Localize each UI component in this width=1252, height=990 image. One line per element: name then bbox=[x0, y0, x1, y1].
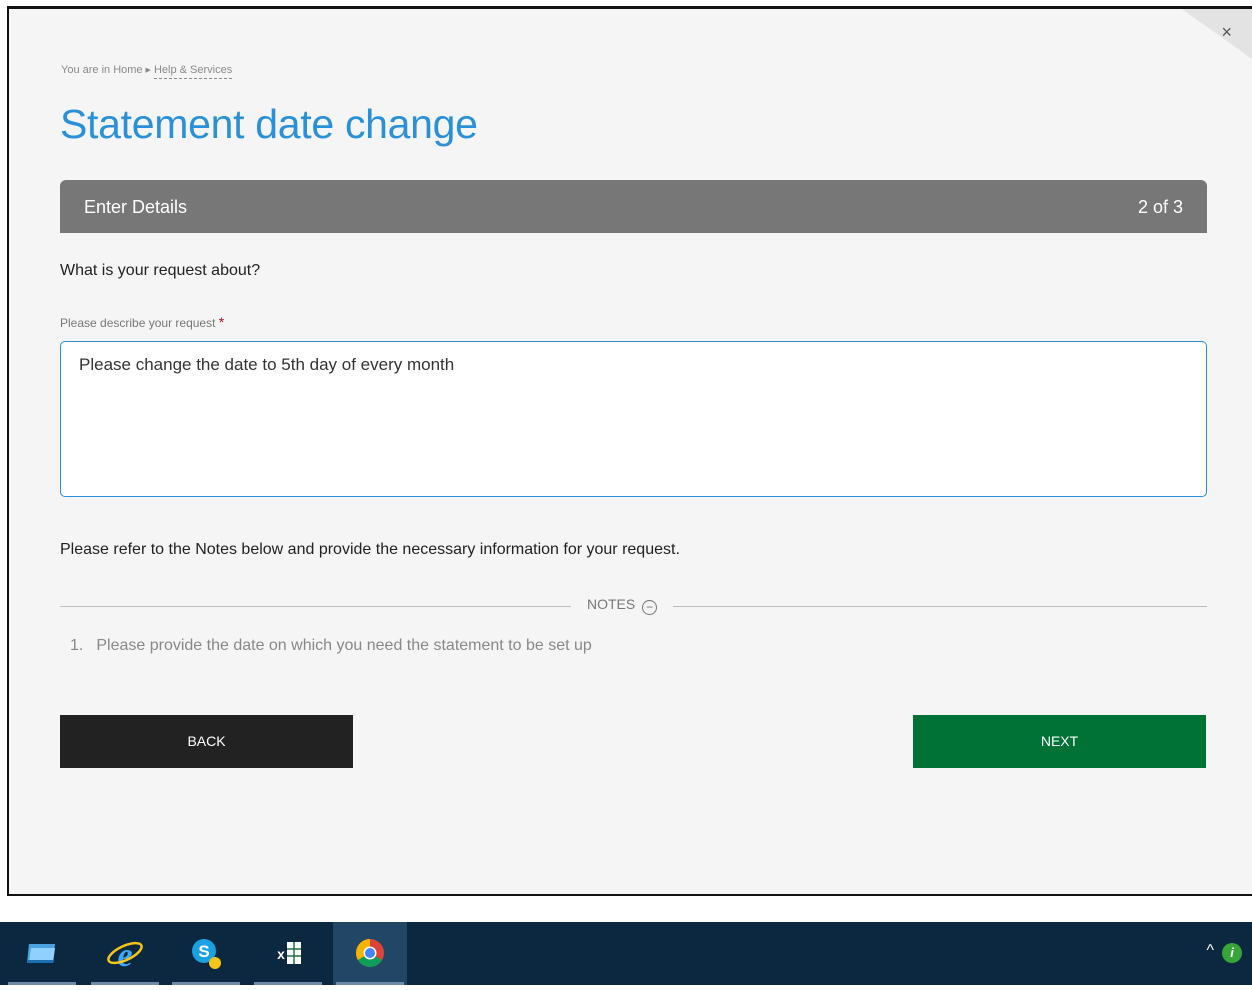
show-hidden-icons-chevron-icon[interactable]: ^ bbox=[1206, 942, 1214, 960]
internet-explorer-icon: e bbox=[107, 937, 143, 974]
close-corner bbox=[1182, 9, 1252, 59]
excel-glyph: x bbox=[277, 946, 285, 962]
required-marker: * bbox=[218, 314, 225, 330]
request-dialog: × You are in Home ▶ Help & Services Statem… bbox=[7, 6, 1252, 896]
description-label: Please describe your request * bbox=[60, 314, 224, 330]
taskbar-chrome[interactable] bbox=[333, 922, 407, 985]
breadcrumb: You are in Home ▶ Help & Services bbox=[61, 64, 233, 79]
breadcrumb-arrow-icon: ▶ bbox=[145, 67, 151, 74]
taskbar-explorer[interactable] bbox=[5, 922, 79, 985]
breadcrumb-link-help-services[interactable]: Help & Services bbox=[153, 64, 233, 79]
notes-header-label: NOTES bbox=[587, 596, 636, 612]
note-number: 1. bbox=[70, 637, 84, 654]
next-button[interactable]: NEXT bbox=[913, 715, 1206, 768]
skype-icon: S bbox=[192, 939, 221, 969]
taskbar-internet-explorer[interactable]: e bbox=[88, 922, 162, 985]
note-item: 1. Please provide the date on which you n… bbox=[70, 637, 592, 655]
refer-notes-text: Please refer to the Notes below and prov… bbox=[60, 541, 680, 558]
explorer-icon bbox=[27, 944, 55, 963]
note-text: Please provide the date on which you nee… bbox=[96, 637, 592, 654]
close-button[interactable]: × bbox=[1221, 23, 1232, 41]
taskbar-skype[interactable]: S bbox=[169, 922, 243, 985]
step-label: Enter Details bbox=[84, 197, 188, 217]
info-tray-icon[interactable]: i bbox=[1222, 943, 1242, 963]
step-header: Enter Details 2 of 3 bbox=[60, 180, 1207, 233]
minus-circle-icon: − bbox=[642, 600, 658, 615]
request-question: What is your request about? bbox=[60, 262, 261, 279]
taskbar-excel[interactable]: x bbox=[251, 922, 325, 985]
chrome-icon bbox=[356, 939, 384, 967]
back-button[interactable]: BACK bbox=[60, 715, 353, 768]
notes-toggle[interactable]: NOTES − bbox=[571, 596, 674, 615]
breadcrumb-prefix: You are in Home bbox=[61, 64, 143, 76]
taskbar: e S x ^ i bbox=[0, 922, 1252, 985]
svg-text:S: S bbox=[198, 942, 209, 961]
page-title: Statement date change bbox=[60, 101, 478, 147]
description-label-text: Please describe your request bbox=[60, 316, 216, 330]
step-count: 2 of 3 bbox=[1137, 197, 1183, 217]
excel-icon: x bbox=[277, 942, 301, 964]
request-description-textarea[interactable]: Please change the date to 5th day of eve… bbox=[60, 341, 1207, 497]
